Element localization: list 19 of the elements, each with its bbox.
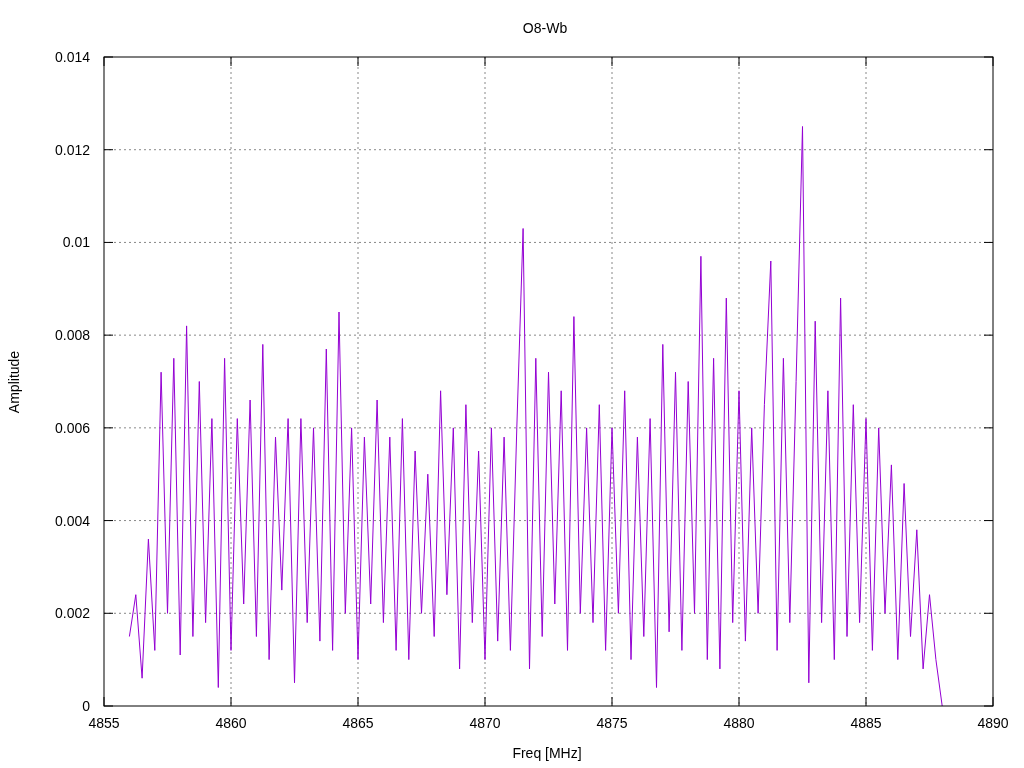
- tick-label: 0.004: [54, 512, 90, 529]
- tick-label: 0: [82, 698, 90, 714]
- tick-label: 0.002: [54, 605, 90, 622]
- tick-label: 4875: [596, 715, 628, 731]
- tick-label: 0.006: [54, 419, 90, 436]
- chart-title: O8-Wb: [522, 20, 568, 36]
- axis-label: Freq [MHz]: [512, 745, 582, 761]
- tick-label: 4855: [88, 715, 120, 731]
- tick-label: 4870: [469, 715, 501, 731]
- tick-label: 4890: [977, 715, 1009, 731]
- tick-label: 0.014: [54, 49, 90, 65]
- tick-label: 0.012: [54, 141, 90, 158]
- tick-label: 0.01: [62, 234, 90, 251]
- tick-label: 4880: [723, 715, 755, 731]
- tick-label: 4865: [342, 715, 374, 731]
- tick-label: 4860: [215, 715, 247, 731]
- tick-label: 4885: [850, 715, 882, 731]
- tick-label: 0.008: [54, 327, 90, 344]
- axis-label: Amplitude: [6, 350, 22, 414]
